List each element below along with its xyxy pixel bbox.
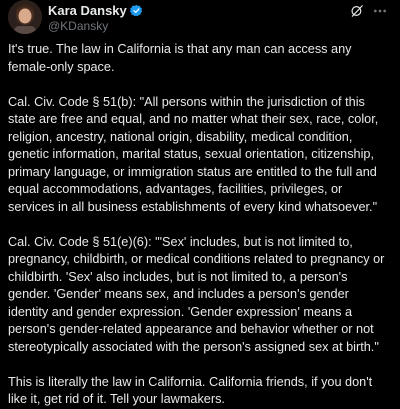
author-identity: Kara Dansky @KDansky (48, 3, 143, 34)
tweet-paragraph-1: It's true. The law in California is that… (8, 42, 352, 74)
tweet-text: It's true. The law in California is that… (8, 41, 392, 409)
author-display-name[interactable]: Kara Dansky (48, 3, 127, 18)
tweet: Kara Dansky @KDansky It's true. The law … (0, 0, 400, 406)
grok-icon[interactable] (350, 4, 364, 18)
avatar[interactable] (8, 0, 42, 34)
tweet-header: Kara Dansky @KDansky (8, 0, 392, 40)
more-options-icon[interactable] (372, 4, 388, 18)
author-handle[interactable]: @KDansky (48, 19, 143, 34)
tweet-paragraph-2: Cal. Civ. Code § 51(b): "All persons wit… (8, 94, 379, 214)
verified-badge-icon (129, 4, 143, 17)
tweet-paragraph-4: This is literally the law in California.… (8, 374, 373, 407)
tweet-paragraph-3: Cal. Civ. Code § 51(e)(6): "'Sex' includ… (8, 234, 385, 354)
